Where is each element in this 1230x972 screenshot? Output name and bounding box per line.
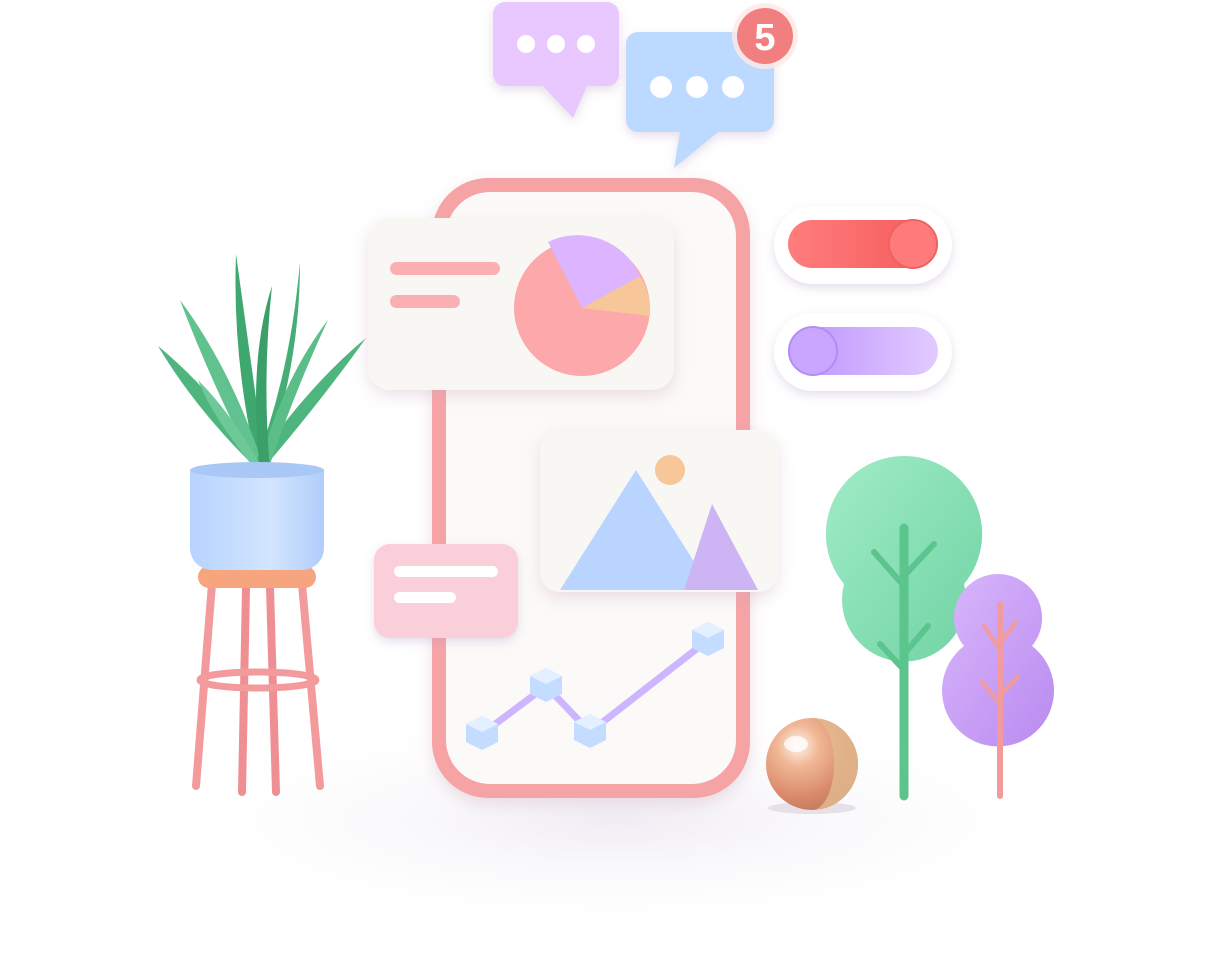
illustration: 5 xyxy=(115,2,1115,940)
chat-bubble-icon xyxy=(493,2,619,118)
image-card xyxy=(540,430,778,592)
toggle-icon xyxy=(774,313,952,391)
notification-badge-icon: 5 xyxy=(732,3,798,69)
text-card xyxy=(374,544,518,638)
plant-icon xyxy=(158,254,366,796)
pie-chart-card xyxy=(368,218,674,390)
toggle-icon xyxy=(774,206,952,284)
notification-count: 5 xyxy=(754,17,775,59)
plant-leaves xyxy=(158,254,366,470)
